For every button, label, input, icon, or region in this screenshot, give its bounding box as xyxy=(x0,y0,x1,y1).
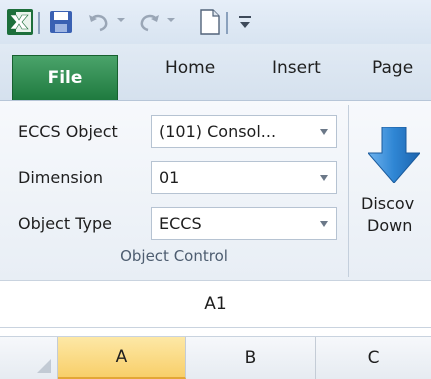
eccs-object-value: (101) Consol... xyxy=(159,122,277,141)
discover-download-label-line1[interactable]: Discov xyxy=(361,194,414,213)
ribbon-panel: ECCS Object (101) Consol... Dimension 01… xyxy=(0,100,431,280)
chevron-down-icon xyxy=(320,221,328,227)
redo-dropdown-icon[interactable] xyxy=(166,16,176,24)
dimension-dropdown[interactable]: 01 xyxy=(151,161,337,194)
tab-home[interactable]: Home xyxy=(165,58,215,78)
dimension-label: Dimension xyxy=(18,168,104,187)
excel-app-icon[interactable] xyxy=(7,9,33,35)
customize-toolbar-icon[interactable] xyxy=(238,13,252,31)
arrow-down-icon[interactable] xyxy=(368,127,420,183)
column-header-c[interactable]: C xyxy=(316,337,431,379)
formula-bar: A1 xyxy=(0,280,431,328)
column-header-a[interactable]: A xyxy=(58,337,186,379)
dimension-value: 01 xyxy=(159,168,180,187)
select-all-corner[interactable] xyxy=(0,337,58,379)
tab-page[interactable]: Page xyxy=(372,58,413,78)
toolbar-separator xyxy=(38,12,40,34)
ribbon-tabs: File Home Insert Page xyxy=(0,44,431,100)
toolbar-separator xyxy=(226,12,228,34)
name-box[interactable]: A1 xyxy=(0,281,431,327)
quick-access-toolbar xyxy=(0,0,431,44)
chevron-down-icon xyxy=(320,175,328,181)
undo-dropdown-icon[interactable] xyxy=(116,16,126,24)
new-document-icon[interactable] xyxy=(200,9,220,35)
column-header-b[interactable]: B xyxy=(186,337,316,379)
group-separator xyxy=(348,105,349,277)
tab-insert[interactable]: Insert xyxy=(272,58,321,78)
object-type-label: Object Type xyxy=(18,214,112,233)
object-control-group-label: Object Control xyxy=(120,247,228,265)
eccs-object-label: ECCS Object xyxy=(18,122,118,141)
column-headers: A B C xyxy=(0,336,431,379)
redo-icon[interactable] xyxy=(138,12,160,32)
undo-icon[interactable] xyxy=(88,12,110,32)
eccs-object-dropdown[interactable]: (101) Consol... xyxy=(151,115,337,148)
discover-download-label-line2[interactable]: Down xyxy=(367,216,412,235)
chevron-down-icon xyxy=(320,129,328,135)
tab-file[interactable]: File xyxy=(12,55,118,100)
object-type-dropdown[interactable]: ECCS xyxy=(151,207,337,240)
object-type-value: ECCS xyxy=(159,214,202,233)
select-all-icon xyxy=(37,359,51,373)
save-icon[interactable] xyxy=(49,10,73,34)
